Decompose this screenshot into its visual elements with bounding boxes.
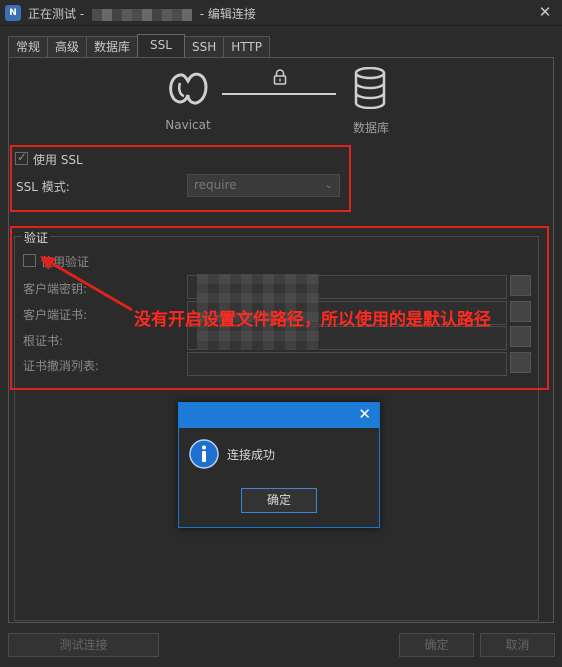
window-title: 正在测试 - - 编辑连接 <box>28 5 256 22</box>
tab-advanced[interactable]: 高级 <box>47 36 88 58</box>
dialog-close-button[interactable]: ✕ <box>358 405 371 423</box>
window-close-button[interactable]: ✕ <box>536 3 554 21</box>
dialog-ok-button[interactable]: 确定 <box>241 488 317 513</box>
tab-http[interactable]: HTTP <box>223 36 270 58</box>
cancel-button[interactable]: 取消 <box>480 633 555 657</box>
window-title-suffix: - 编辑连接 <box>195 7 256 21</box>
navicat-app-icon: N <box>5 5 21 21</box>
title-bar: N 正在测试 - - 编辑连接 ✕ <box>0 0 562 26</box>
annotation-text: 没有开启设置文件路径，所以使用的是默认路径 <box>134 310 491 330</box>
ssl-highlight-box <box>10 145 351 212</box>
server-label: 数据库 <box>352 121 389 135</box>
tab-databases[interactable]: 数据库 <box>86 36 139 58</box>
tab-ssl[interactable]: SSL <box>137 34 185 58</box>
client-label: Navicat <box>165 118 211 132</box>
tab-ssh[interactable]: SSH <box>183 36 225 58</box>
dialog-title-bar: ✕ <box>179 403 379 428</box>
tab-bar: 常规 高级 数据库 SSL SSH HTTP <box>8 34 270 58</box>
ok-button[interactable]: 确定 <box>399 633 474 657</box>
tab-general[interactable]: 常规 <box>8 36 49 58</box>
connection-line <box>222 93 336 95</box>
lock-icon <box>273 69 287 85</box>
window-title-prefix: 正在测试 - <box>28 7 88 21</box>
annotation-arrow-icon <box>40 256 133 312</box>
test-connection-button[interactable]: 测试连接 <box>8 633 159 657</box>
info-icon <box>189 439 219 469</box>
connection-success-dialog: ✕ 连接成功 确定 <box>178 402 380 528</box>
dialog-message: 连接成功 <box>227 448 276 462</box>
redacted-connection-name <box>91 8 192 21</box>
connection-diagram: Navicat 数据库 <box>160 65 400 135</box>
database-icon <box>354 67 386 109</box>
navicat-logo-icon <box>169 72 208 105</box>
